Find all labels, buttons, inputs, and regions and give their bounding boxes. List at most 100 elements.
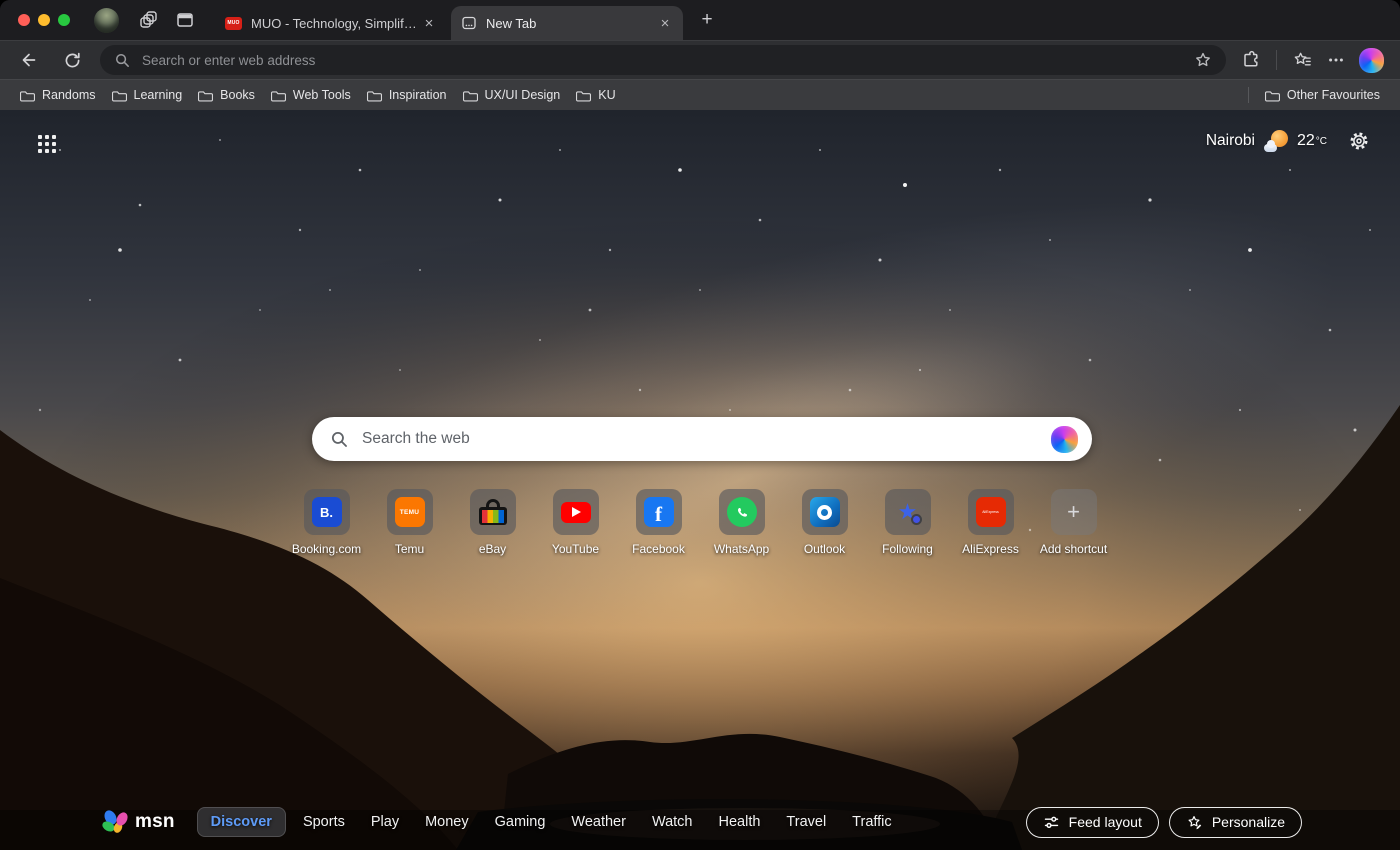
- shortcut-whatsapp[interactable]: WhatsApp: [700, 489, 783, 556]
- bookmark-folder-books[interactable]: Books: [190, 84, 263, 106]
- refresh-button[interactable]: [57, 45, 87, 75]
- bookmark-folder-randoms[interactable]: Randoms: [12, 84, 104, 106]
- tab-strip: MUO MUO - Technology, Simplified. × New …: [0, 0, 1400, 40]
- shortcut-tile: f: [636, 489, 682, 535]
- weather-temperature: 22: [1297, 132, 1315, 150]
- booking-icon: B.: [312, 497, 342, 527]
- back-button[interactable]: [13, 45, 43, 75]
- nav-item-travel[interactable]: Travel: [777, 808, 835, 836]
- tab-favicon: MUO: [225, 17, 242, 30]
- shortcut-outlook[interactable]: Outlook: [783, 489, 866, 556]
- shortcut-youtube[interactable]: YouTube: [534, 489, 617, 556]
- favorites-icon[interactable]: [1287, 45, 1317, 75]
- search-icon: [114, 52, 131, 69]
- folder-icon: [271, 89, 286, 102]
- shortcut-temu[interactable]: TEMU Temu: [368, 489, 451, 556]
- facebook-icon: f: [644, 497, 674, 527]
- tab-close-icon[interactable]: ×: [655, 13, 675, 33]
- other-favourites-folder[interactable]: Other Favourites: [1257, 84, 1388, 106]
- new-tab-page: Nairobi 22°C Search the web B. Booking.c…: [0, 110, 1400, 850]
- nav-item-watch[interactable]: Watch: [643, 808, 702, 836]
- tab-muo[interactable]: MUO MUO - Technology, Simplified. ×: [215, 6, 447, 40]
- bookmark-label: KU: [598, 88, 615, 102]
- msn-logo[interactable]: msn: [104, 810, 175, 834]
- bookmark-label: Learning: [134, 88, 183, 102]
- bookmark-folder-ku[interactable]: KU: [568, 84, 623, 106]
- nav-item-sports[interactable]: Sports: [294, 808, 354, 836]
- close-window-button[interactable]: [18, 14, 30, 26]
- shortcut-label: Outlook: [804, 542, 845, 556]
- plus-icon: +: [1067, 499, 1080, 525]
- app-launcher-grid-icon[interactable]: [36, 133, 58, 155]
- folder-icon: [198, 89, 213, 102]
- search-placeholder: Search the web: [362, 430, 1047, 448]
- web-search-bar[interactable]: Search the web: [312, 417, 1092, 461]
- shortcut-tile: [553, 489, 599, 535]
- bookmarks-divider: [1248, 87, 1249, 103]
- shortcut-aliexpress[interactable]: AliExpress AliExpress: [949, 489, 1032, 556]
- personalize-label: Personalize: [1212, 814, 1285, 830]
- profile-avatar[interactable]: [94, 8, 119, 33]
- bookmark-folder-uxui-design[interactable]: UX/UI Design: [455, 84, 569, 106]
- shortcut-tile: ★: [885, 489, 931, 535]
- page-settings-gear-icon[interactable]: [1346, 128, 1372, 154]
- macos-traffic-lights: [18, 14, 70, 26]
- workspaces-icon[interactable]: [135, 6, 163, 34]
- minimize-window-button[interactable]: [38, 14, 50, 26]
- shortcut-facebook[interactable]: f Facebook: [617, 489, 700, 556]
- ebay-icon: [479, 499, 507, 525]
- feed-category-nav: Discover Sports Play Money Gaming Weathe…: [197, 807, 901, 837]
- bookmark-folder-learning[interactable]: Learning: [104, 84, 191, 106]
- star-pencil-icon: [1186, 814, 1203, 831]
- shortcut-label: eBay: [479, 542, 506, 556]
- personalize-button[interactable]: Personalize: [1169, 807, 1302, 838]
- shortcut-following[interactable]: ★ Following: [866, 489, 949, 556]
- shortcut-ebay[interactable]: eBay: [451, 489, 534, 556]
- nav-item-discover[interactable]: Discover: [197, 807, 286, 837]
- partly-cloudy-icon: [1264, 130, 1289, 152]
- nav-item-traffic[interactable]: Traffic: [843, 808, 900, 836]
- new-tab-button[interactable]: +: [693, 6, 721, 34]
- folder-icon: [112, 89, 127, 102]
- extensions-icon[interactable]: [1236, 45, 1266, 75]
- weather-widget[interactable]: Nairobi 22°C: [1206, 128, 1372, 154]
- settings-menu-icon[interactable]: [1321, 45, 1351, 75]
- shortcut-label: Add shortcut: [1040, 542, 1107, 556]
- copilot-icon[interactable]: [1359, 48, 1384, 73]
- tab-close-icon[interactable]: ×: [419, 13, 439, 33]
- bookmark-folder-inspiration[interactable]: Inspiration: [359, 84, 455, 106]
- bookmark-label: Books: [220, 88, 255, 102]
- outlook-icon: [810, 497, 840, 527]
- toolbar-divider: [1276, 50, 1277, 70]
- tab-actions-icon[interactable]: [171, 6, 199, 34]
- address-placeholder: Search or enter web address: [142, 53, 1188, 68]
- following-badge: [911, 514, 922, 525]
- shortcut-label: Facebook: [632, 542, 685, 556]
- nav-item-play[interactable]: Play: [362, 808, 408, 836]
- tab-new-tab[interactable]: New Tab ×: [451, 6, 683, 40]
- zoom-window-button[interactable]: [58, 14, 70, 26]
- nav-item-weather[interactable]: Weather: [562, 808, 635, 836]
- youtube-icon: [561, 502, 591, 523]
- shortcut-tile: [470, 489, 516, 535]
- copilot-icon[interactable]: [1051, 426, 1078, 453]
- nav-item-health[interactable]: Health: [710, 808, 770, 836]
- bookmark-folder-web-tools[interactable]: Web Tools: [263, 84, 359, 106]
- feed-layout-button[interactable]: Feed layout: [1026, 807, 1159, 838]
- address-bar[interactable]: Search or enter web address: [100, 45, 1226, 75]
- bookmarks-bar: Randoms Learning Books Web Tools Inspira…: [0, 79, 1400, 110]
- add-shortcut-button[interactable]: + Add shortcut: [1032, 489, 1115, 556]
- search-icon: [330, 430, 349, 449]
- nav-item-gaming[interactable]: Gaming: [486, 808, 555, 836]
- toolbar-right-cluster: [1236, 45, 1388, 75]
- bookmark-star-icon[interactable]: [1188, 45, 1218, 75]
- toolbar: Search or enter web address: [0, 40, 1400, 79]
- shortcut-label: Following: [882, 542, 933, 556]
- bookmark-label: Other Favourites: [1287, 88, 1380, 102]
- folder-icon: [576, 89, 591, 102]
- shortcut-booking[interactable]: B. Booking.com: [285, 489, 368, 556]
- shortcut-tile: [802, 489, 848, 535]
- whatsapp-icon: [727, 497, 757, 527]
- feed-layout-label: Feed layout: [1069, 814, 1142, 830]
- nav-item-money[interactable]: Money: [416, 808, 478, 836]
